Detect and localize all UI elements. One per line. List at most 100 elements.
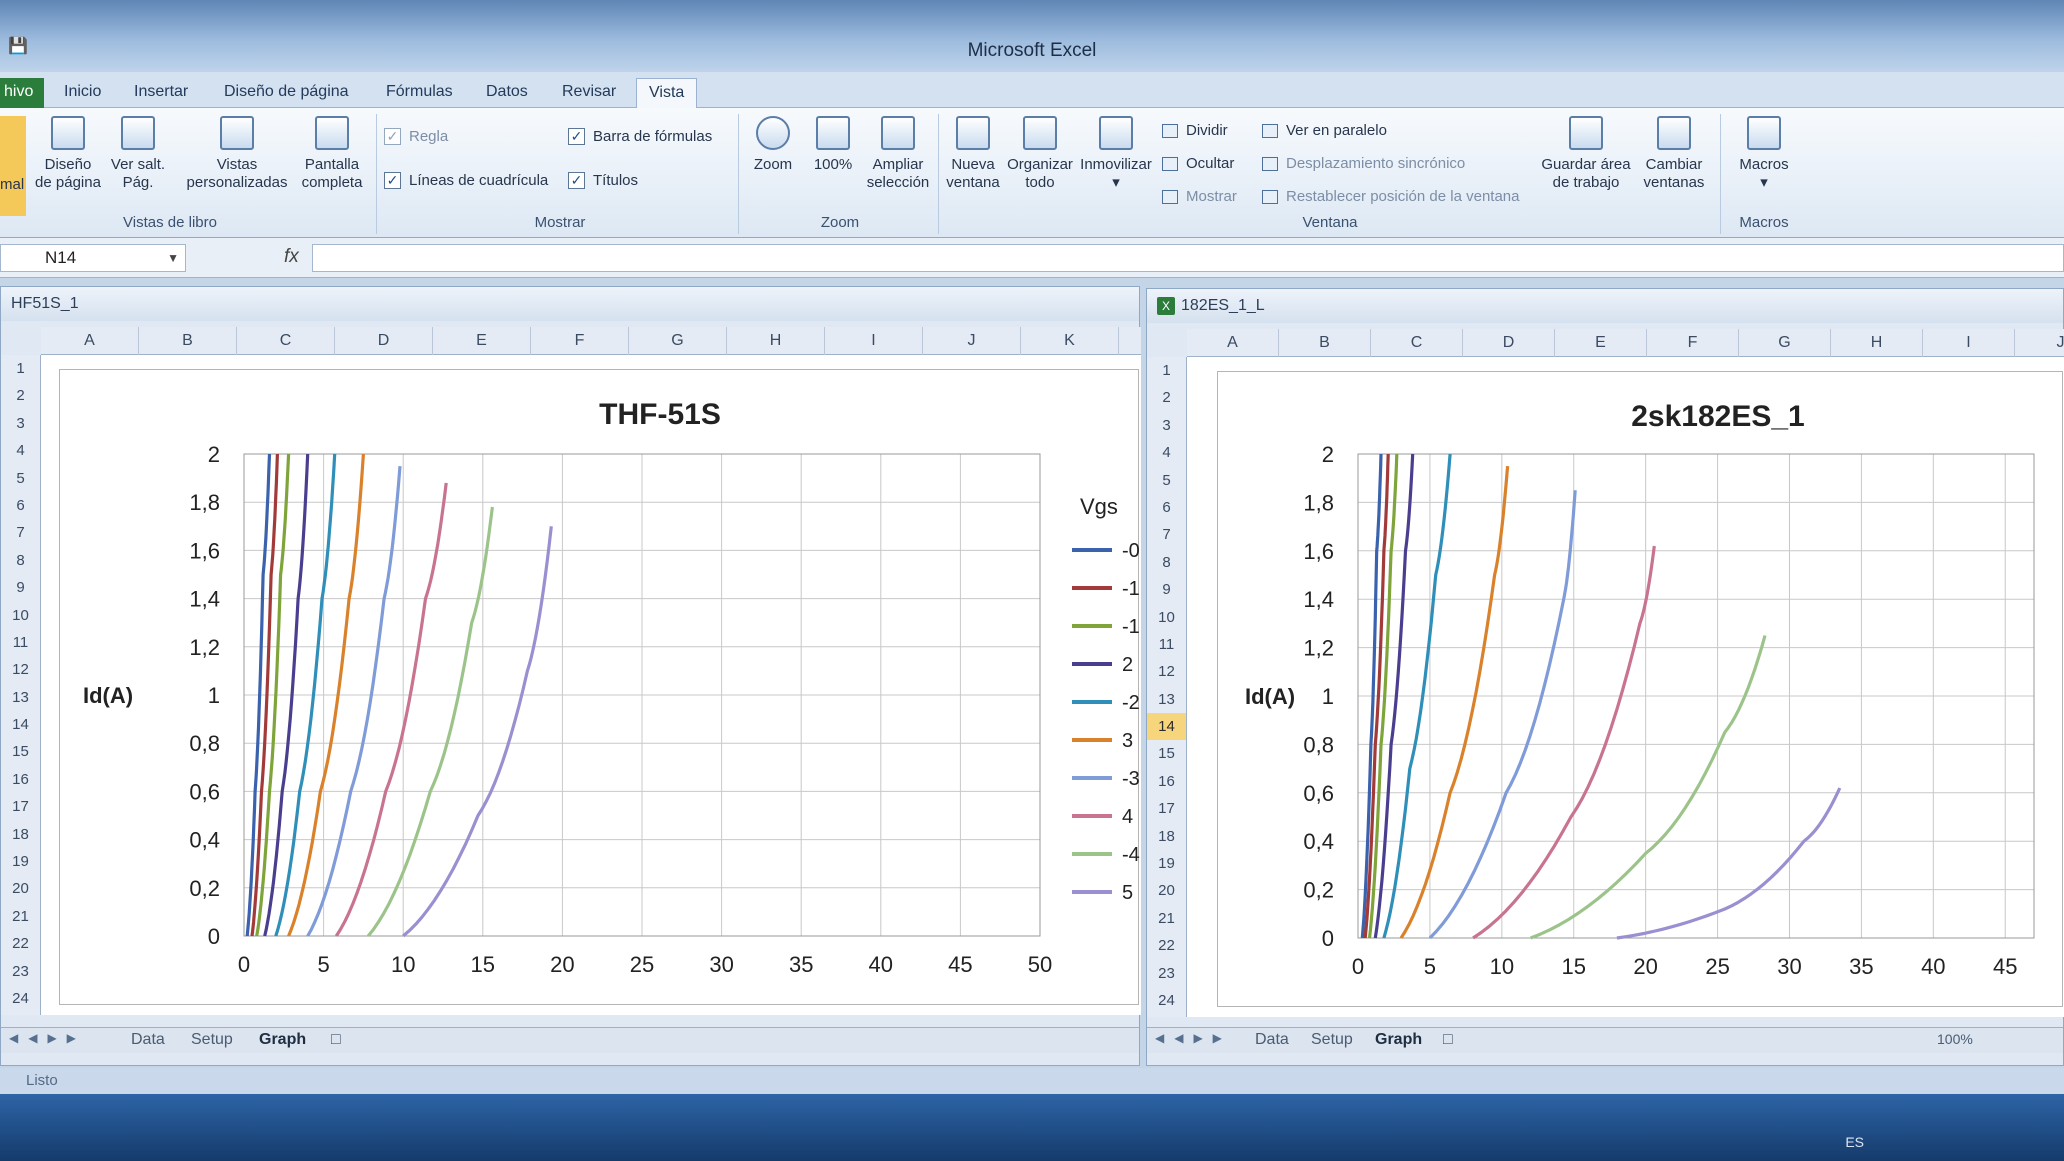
column-header[interactable]: J (923, 327, 1021, 355)
sheet-tab-data[interactable]: Data (131, 1031, 165, 1049)
column-header[interactable]: J (2015, 329, 2064, 357)
column-header[interactable]: A (41, 327, 139, 355)
row-header[interactable]: 19 (1147, 850, 1186, 877)
fx-icon[interactable]: fx (284, 246, 299, 268)
save-workspace-button[interactable]: Guardar área de trabajo (1534, 116, 1638, 192)
chart-2sk182es[interactable]: 2sk182ES_1 0 5 10 15 20 25 30 35 40 45 0 0,2 0,4 0,6 0,… (1217, 371, 2063, 1007)
row-header[interactable]: 15 (1, 738, 40, 765)
row-header[interactable]: 22 (1, 930, 40, 957)
formula-bar-checkbox[interactable]: ✓ Barra de fórmulas (568, 128, 712, 145)
column-header[interactable]: H (1831, 329, 1923, 357)
tab-datos[interactable]: Datos (474, 78, 540, 108)
column-header[interactable]: E (1555, 329, 1647, 357)
arrange-all-button[interactable]: Organizar todo (1004, 116, 1076, 192)
row-header[interactable]: 20 (1147, 877, 1186, 904)
column-header[interactable]: F (1647, 329, 1739, 357)
column-header[interactable]: A (1187, 329, 1279, 357)
column-header[interactable]: B (1279, 329, 1371, 357)
normal-view-button[interactable]: mal (0, 116, 26, 216)
full-screen-button[interactable]: Pantalla completa (294, 116, 370, 192)
tab-formulas[interactable]: Fórmulas (374, 78, 465, 108)
sync-scroll-button[interactable]: Desplazamiento sincrónico (1262, 155, 1465, 172)
row-header[interactable]: 2 (1147, 384, 1186, 411)
reset-position-button[interactable]: Restablecer posición de la ventana (1262, 188, 1519, 205)
row-header[interactable]: 1 (1147, 357, 1186, 384)
chart-thf51s[interactable]: THF-51S 0 5 10 15 20 25 30 35 40 45 50 0 0,2 0,4 0,6 0,8… (59, 369, 1156, 1005)
name-box[interactable]: N14 ▼ (0, 244, 186, 272)
zoom-level[interactable]: 100% (1937, 1031, 1973, 1047)
insert-sheet-icon[interactable]: □ (331, 1031, 341, 1049)
row-header[interactable]: 14 (1, 711, 40, 738)
sheet-tab-graph[interactable]: Graph (1375, 1031, 1422, 1049)
row-header[interactable]: 12 (1, 656, 40, 683)
tab-insertar[interactable]: Insertar (122, 78, 200, 108)
sheet-nav-icon[interactable]: ◀◀▶▶ (9, 1031, 86, 1045)
tab-archivo[interactable]: hivo (0, 78, 44, 108)
row-header[interactable]: 1 (1, 355, 40, 382)
column-header[interactable]: H (727, 327, 825, 355)
row-header[interactable]: 19 (1, 848, 40, 875)
row-header[interactable]: 16 (1, 766, 40, 793)
ruler-checkbox[interactable]: ✓ Regla (384, 128, 448, 145)
column-header[interactable]: C (1371, 329, 1463, 357)
row-header[interactable]: 18 (1, 821, 40, 848)
row-header[interactable]: 3 (1147, 412, 1186, 439)
insert-sheet-icon[interactable]: □ (1443, 1031, 1453, 1049)
row-header[interactable]: 14 (1147, 713, 1186, 741)
row-header[interactable]: 23 (1147, 960, 1186, 987)
row-header[interactable]: 10 (1147, 604, 1186, 631)
tab-inicio[interactable]: Inicio (52, 78, 113, 108)
row-header[interactable]: 13 (1, 684, 40, 711)
sheet-grid[interactable]: THF-51S 0 5 10 15 20 25 30 35 40 45 50 0 0,2 0,4 0,6 0,8… (41, 355, 1156, 1015)
row-header[interactable]: 7 (1, 519, 40, 546)
row-header[interactable]: 21 (1, 903, 40, 930)
row-header[interactable]: 4 (1147, 439, 1186, 466)
row-header[interactable]: 23 (1, 958, 40, 985)
column-header[interactable]: E (433, 327, 531, 355)
row-header[interactable]: 13 (1147, 686, 1186, 713)
row-header[interactable]: 20 (1, 875, 40, 902)
row-header[interactable]: 9 (1, 574, 40, 601)
new-window-button[interactable]: Nueva ventana (944, 116, 1002, 192)
switch-windows-button[interactable]: Cambiar ventanas (1634, 116, 1714, 192)
column-header[interactable]: I (1923, 329, 2015, 357)
row-header[interactable]: 5 (1147, 467, 1186, 494)
page-layout-button[interactable]: Diseño de página (30, 116, 106, 192)
row-header[interactable]: 7 (1147, 521, 1186, 548)
row-header[interactable]: 8 (1147, 549, 1186, 576)
column-header[interactable]: B (139, 327, 237, 355)
chevron-down-icon[interactable]: ▼ (167, 245, 179, 271)
column-header[interactable]: F (531, 327, 629, 355)
sheet-tab-data[interactable]: Data (1255, 1031, 1289, 1049)
sheet-tab-setup[interactable]: Setup (191, 1031, 233, 1049)
sheet-tab-setup[interactable]: Setup (1311, 1031, 1353, 1049)
column-header[interactable]: D (335, 327, 433, 355)
language-indicator[interactable]: ES (1845, 1134, 1864, 1150)
zoom-selection-button[interactable]: Ampliar selección (862, 116, 934, 192)
column-header[interactable]: K (1021, 327, 1119, 355)
tab-revisar[interactable]: Revisar (550, 78, 628, 108)
row-header[interactable]: 12 (1147, 658, 1186, 685)
tab-diseno[interactable]: Diseño de página (212, 78, 361, 108)
row-header[interactable]: 21 (1147, 905, 1186, 932)
column-header[interactable]: C (237, 327, 335, 355)
page-break-button[interactable]: Ver salt. Pág. (104, 116, 172, 192)
formula-input[interactable] (312, 244, 2064, 272)
row-header[interactable]: 6 (1, 492, 40, 519)
split-button[interactable]: Dividir (1162, 122, 1228, 139)
row-header[interactable]: 22 (1147, 932, 1186, 959)
gridlines-checkbox[interactable]: ✓ Líneas de cuadrícula (384, 172, 548, 189)
row-header[interactable]: 11 (1147, 631, 1186, 658)
row-header[interactable]: 24 (1147, 987, 1186, 1014)
row-header[interactable]: 4 (1, 437, 40, 464)
sheet-tab-graph[interactable]: Graph (259, 1031, 306, 1049)
headings-checkbox[interactable]: ✓ Títulos (568, 172, 638, 189)
sheet-grid[interactable]: 2sk182ES_1 0 5 10 15 20 25 30 35 40 45 0 0,2 0,4 0,6 0,… (1187, 357, 2064, 1017)
left-workbook-window[interactable]: HF51S_1 ABCDEFGHIJKL 1234567891011121314… (0, 286, 1217, 1066)
tab-vista[interactable]: Vista (636, 78, 698, 108)
row-header[interactable]: 5 (1, 465, 40, 492)
row-header[interactable]: 10 (1, 602, 40, 629)
column-header[interactable]: I (825, 327, 923, 355)
sheet-nav-icon[interactable]: ◀◀▶▶ (1155, 1031, 1232, 1045)
macros-button[interactable]: Macros ▾ (1726, 116, 1802, 192)
